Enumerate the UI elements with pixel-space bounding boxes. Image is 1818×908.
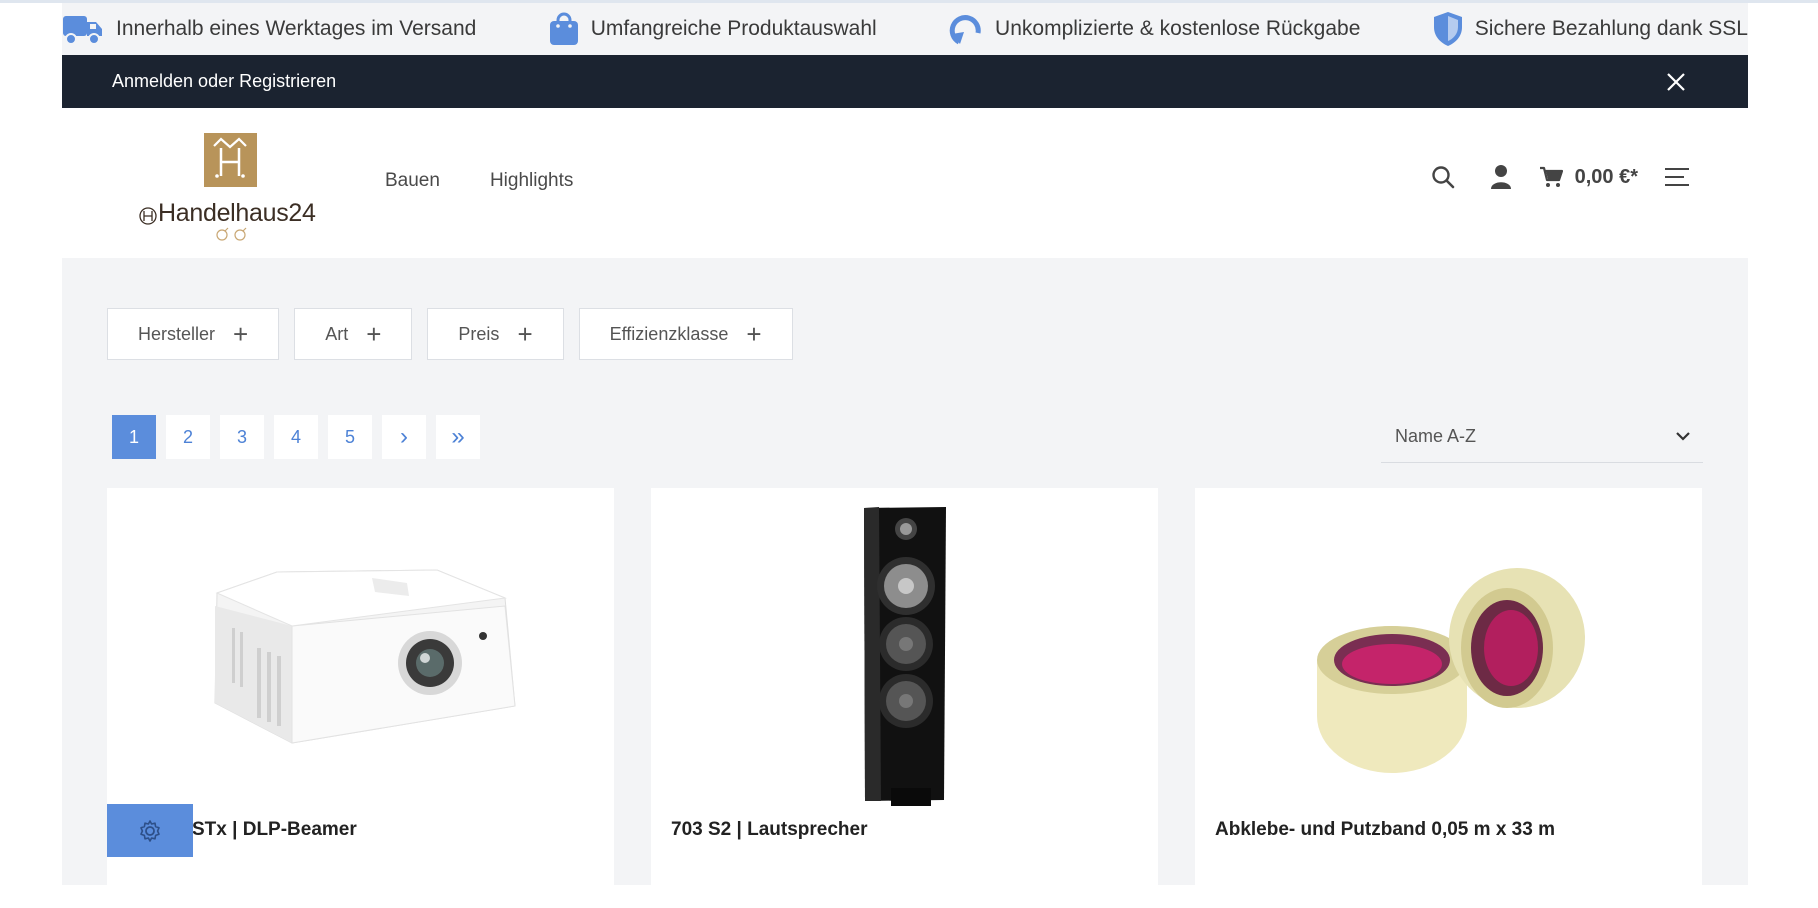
usp-item-shipping: Innerhalb eines Werktages im Versand [62, 12, 476, 46]
usp-label: Umfangreiche Produktauswahl [590, 17, 877, 40]
filter-label: Effizienzklasse [609, 323, 729, 344]
cart-button[interactable]: 0,00 €* [1539, 166, 1638, 189]
product-image-tape-rolls [1317, 568, 1585, 773]
product-title[interactable]: STx | DLP-Beamer [192, 819, 357, 841]
nav-item-highlights[interactable]: Highlights [490, 170, 573, 192]
plus-icon: + [366, 319, 382, 349]
logo-emblem [139, 133, 257, 241]
login-register-link[interactable]: Anmelden oder Registrieren [112, 71, 336, 92]
filter-type[interactable]: Art + [294, 308, 413, 360]
cookie-settings-button[interactable] [107, 804, 193, 857]
gear-icon [140, 819, 160, 842]
menu-icon[interactable] [1664, 167, 1690, 187]
page-4[interactable]: 4 [274, 415, 318, 459]
usp-bar: Innerhalb eines Werktages im Versand Umf… [62, 3, 1748, 55]
product-card[interactable]: Abklebe- und Putzband 0,05 m x 33 m [1195, 488, 1702, 908]
filter-price[interactable]: Preis + [427, 308, 564, 360]
shopping-bag-icon [549, 12, 578, 45]
filter-label: Preis [458, 323, 500, 344]
main-nav: Bauen Highlights [385, 170, 573, 192]
page-3[interactable]: 3 [220, 415, 264, 459]
sort-selected: Name A-Z [1395, 425, 1477, 446]
filter-label: Hersteller [138, 323, 216, 344]
page-2[interactable]: 2 [166, 415, 210, 459]
product-card[interactable]: 703 S2 | Lautsprecher [651, 488, 1158, 908]
product-listing: Hersteller + Art + Preis + Effizienzklas… [62, 258, 1748, 908]
usp-item-security: Sichere Bezahlung dank SSL [1433, 11, 1748, 47]
pagination: 1 2 3 4 5 › » [112, 415, 480, 459]
product-title[interactable]: Abklebe- und Putzband 0,05 m x 33 m [1215, 819, 1555, 841]
usp-label: Unkomplizierte & kostenlose Rückgabe [995, 17, 1361, 40]
filter-panel: Hersteller + Art + Preis + Effizienzklas… [107, 308, 793, 360]
last-page-button[interactable]: » [436, 415, 480, 459]
account-icon[interactable] [1489, 164, 1513, 190]
product-image-floor-speaker [864, 507, 946, 806]
chevron-down-icon [1676, 432, 1690, 441]
filter-label: Art [325, 323, 349, 344]
plus-icon: + [746, 319, 762, 349]
header-actions: 0,00 €* [1431, 164, 1690, 190]
sort-select[interactable]: Name A-Z [1381, 410, 1703, 463]
page-1[interactable]: 1 [112, 415, 156, 459]
logo[interactable]: Handelhaus24 [137, 126, 322, 246]
usp-item-selection: Umfangreiche Produktauswahl [549, 12, 877, 46]
filter-manufacturer[interactable]: Hersteller + [107, 308, 280, 360]
cart-icon [1539, 166, 1563, 187]
usp-label: Sichere Bezahlung dank SSL [1474, 17, 1748, 40]
plus-icon: + [517, 319, 533, 349]
product-grid: STx | DLP-Beamer 703 S2 | Lautsprecher A… [107, 488, 1702, 908]
site-header: Handelhaus24 Bauen Highlights 0,00 €* [62, 108, 1748, 258]
cart-total: 0,00 €* [1574, 165, 1638, 188]
logo-text: Handelhaus24 [158, 199, 316, 227]
shield-icon [1433, 12, 1462, 46]
product-title[interactable]: 703 S2 | Lautsprecher [671, 819, 867, 841]
product-image-projector [214, 569, 516, 744]
nav-item-bauen[interactable]: Bauen [385, 170, 440, 192]
next-page-button[interactable]: › [382, 415, 426, 459]
close-icon[interactable] [1666, 72, 1686, 92]
return-arrow-icon [949, 15, 981, 45]
usp-label: Innerhalb eines Werktages im Versand [116, 17, 477, 40]
usp-item-returns: Unkomplizierte & kostenlose Rückgabe [949, 12, 1360, 46]
filter-efficiency-class[interactable]: Effizienzklasse + [578, 308, 793, 360]
page-5[interactable]: 5 [328, 415, 372, 459]
search-icon[interactable] [1431, 165, 1455, 189]
plus-icon: + [233, 319, 249, 349]
login-bar: Anmelden oder Registrieren [62, 55, 1748, 108]
truck-icon [63, 16, 102, 45]
